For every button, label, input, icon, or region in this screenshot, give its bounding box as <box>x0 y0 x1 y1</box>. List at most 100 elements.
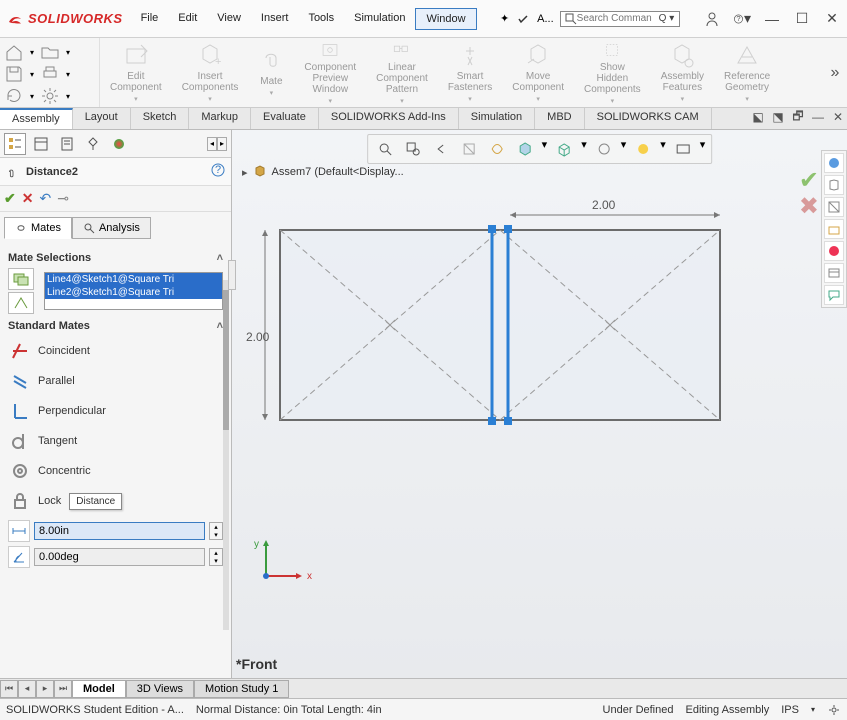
hide-show-icon[interactable] <box>593 138 615 160</box>
mate-concentric[interactable]: Concentric <box>8 456 223 486</box>
angle-icon[interactable] <box>8 546 30 568</box>
bottomtab-motion-study-1[interactable]: Motion Study 1 <box>194 680 289 698</box>
splitter-handle[interactable] <box>228 260 236 290</box>
cancel-button[interactable]: ✕ <box>22 190 34 207</box>
ribbon-reference-geometry[interactable]: ReferenceGeometry▾ <box>714 38 780 107</box>
collapse-selections[interactable]: ˄ <box>217 252 223 264</box>
confirm-mate-button[interactable]: ✔ <box>799 166 819 195</box>
feature-tree-icon[interactable] <box>4 133 26 155</box>
file-explorer-icon[interactable] <box>824 197 844 217</box>
command-search[interactable]: Q ▾ <box>560 11 680 27</box>
resources-icon[interactable] <box>824 153 844 173</box>
distance-icon[interactable] <box>8 520 30 542</box>
home-icon[interactable] <box>4 42 24 62</box>
tab-solidworks-add-ins[interactable]: SOLIDWORKS Add-Ins <box>319 108 459 129</box>
mate-lock[interactable]: Lock Distance <box>8 486 223 516</box>
tab-markup[interactable]: Markup <box>189 108 251 129</box>
tab-sketch[interactable]: Sketch <box>131 108 190 129</box>
tab-mates[interactable]: Mates <box>4 217 72 239</box>
ribbon-overflow[interactable]: » <box>823 38 847 107</box>
ribbon-mate[interactable]: Mate▾ <box>248 38 294 107</box>
ribbon-linear-component-pattern[interactable]: LinearComponentPattern▾ <box>366 38 438 107</box>
quick-access-button[interactable] <box>515 11 531 27</box>
property-manager-icon[interactable] <box>30 133 52 155</box>
appearances-icon[interactable] <box>824 241 844 261</box>
ok-button[interactable]: ✔ <box>4 190 16 207</box>
options-icon[interactable] <box>40 86 60 106</box>
star-icon[interactable]: ✦ <box>500 12 509 25</box>
angle-down[interactable]: ▾ <box>210 557 222 565</box>
view-palette-icon[interactable] <box>824 219 844 239</box>
tab-simulation[interactable]: Simulation <box>459 108 535 129</box>
entity-edge-icon[interactable] <box>8 292 34 314</box>
ribbon-edit-component[interactable]: EditComponent▾ <box>100 38 172 107</box>
dynamic-highlight-icon[interactable] <box>486 138 508 160</box>
apply-scene-icon[interactable] <box>672 138 694 160</box>
menu-file[interactable]: File <box>131 8 169 30</box>
print-icon[interactable] <box>40 64 60 84</box>
tab-analysis[interactable]: Analysis <box>72 217 151 239</box>
tab-next[interactable]: ▸ <box>36 680 54 698</box>
ribbon-component-preview-window[interactable]: ComponentPreviewWindow▾ <box>294 38 366 107</box>
panel-nav-left[interactable]: ◂ <box>207 137 217 151</box>
tab-first[interactable]: ⏮ <box>0 680 18 698</box>
cancel-mate-button[interactable]: ✖ <box>799 192 819 221</box>
minimize-button[interactable]: — <box>763 10 781 28</box>
tab-assembly[interactable]: Assembly <box>0 108 73 129</box>
edit-appearance-icon[interactable] <box>632 138 654 160</box>
bottomtab-model[interactable]: Model <box>72 680 126 698</box>
panel-collapse-left-icon[interactable]: ⬕ <box>751 110 765 124</box>
selection-item-2[interactable]: Line2@Sketch1@Square Tri <box>45 286 222 299</box>
open-icon[interactable] <box>40 42 60 62</box>
panel-collapse-right-icon[interactable]: ⬔ <box>771 110 785 124</box>
panel-nav-right[interactable]: ▸ <box>217 137 227 151</box>
menu-simulation[interactable]: Simulation <box>344 8 415 30</box>
scrollbar[interactable] <box>223 280 229 630</box>
pin-button[interactable]: ⊸ <box>57 190 69 207</box>
ribbon-insert-components[interactable]: +InsertComponents▾ <box>172 38 249 107</box>
section-view-icon[interactable] <box>458 138 480 160</box>
dimxpert-icon[interactable] <box>82 133 104 155</box>
angle-input[interactable] <box>34 548 205 566</box>
tab-evaluate[interactable]: Evaluate <box>251 108 319 129</box>
selection-list[interactable]: Line4@Sketch1@Square Tri Line2@Sketch1@S… <box>44 272 223 310</box>
distance-down[interactable]: ▾ <box>210 531 222 539</box>
close-button[interactable]: ✕ <box>823 10 841 28</box>
panel-minimize-icon[interactable]: — <box>811 110 825 124</box>
forum-icon[interactable] <box>824 285 844 305</box>
config-manager-icon[interactable] <box>56 133 78 155</box>
undo-button[interactable]: ↶ <box>39 190 51 207</box>
menu-view[interactable]: View <box>207 8 251 30</box>
ribbon-smart-fasteners[interactable]: SmartFasteners▾ <box>438 38 502 107</box>
maximize-button[interactable]: ☐ <box>793 10 811 28</box>
custom-props-icon[interactable] <box>824 263 844 283</box>
entity-face-icon[interactable] <box>8 268 34 290</box>
orientation-triad[interactable] <box>256 536 306 586</box>
angle-up[interactable]: ▴ <box>210 549 222 557</box>
zoom-area-icon[interactable] <box>402 138 424 160</box>
selection-item-1[interactable]: Line4@Sketch1@Square Tri <box>45 273 222 286</box>
search-input[interactable] <box>577 13 657 24</box>
status-gear-icon[interactable] <box>827 703 841 717</box>
mate-parallel[interactable]: Parallel <box>8 366 223 396</box>
status-units[interactable]: IPS <box>781 704 799 716</box>
tab-mbd[interactable]: MBD <box>535 108 584 129</box>
appearance-icon[interactable] <box>108 133 130 155</box>
design-library-icon[interactable] <box>824 175 844 195</box>
menu-tools[interactable]: Tools <box>298 8 344 30</box>
tab-last[interactable]: ⏭ <box>54 680 72 698</box>
tree-expand-icon[interactable]: ▸ <box>242 166 248 179</box>
menu-edit[interactable]: Edit <box>168 8 207 30</box>
mate-coincident[interactable]: Coincident <box>8 336 223 366</box>
previous-view-icon[interactable] <box>430 138 452 160</box>
menu-insert[interactable]: Insert <box>251 8 299 30</box>
property-help-icon[interactable]: ? <box>211 163 225 180</box>
save-icon[interactable] <box>4 64 24 84</box>
ribbon-assembly-features[interactable]: AssemblyFeatures▾ <box>651 38 714 107</box>
mate-tangent[interactable]: Tangent <box>8 426 223 456</box>
user-icon[interactable] <box>703 10 721 28</box>
panel-close-icon[interactable]: ✕ <box>831 110 845 124</box>
tab-solidworks-cam[interactable]: SOLIDWORKS CAM <box>585 108 712 129</box>
display-style-icon[interactable] <box>553 138 575 160</box>
menu-window[interactable]: Window <box>415 8 476 30</box>
